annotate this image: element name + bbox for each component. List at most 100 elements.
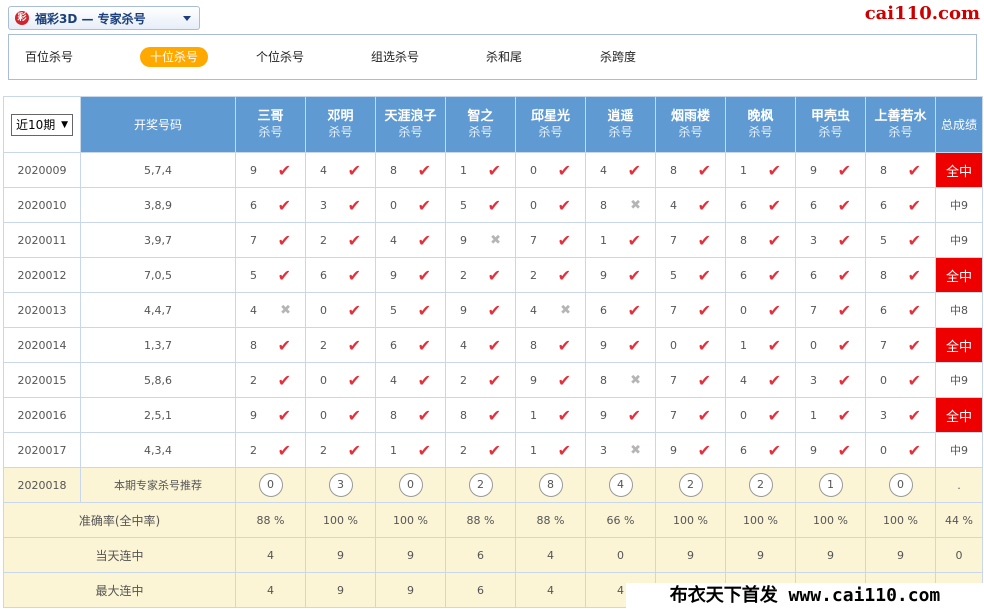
kill-cell: 4 ✔ xyxy=(725,362,796,398)
period-cell: 2020010 xyxy=(3,187,81,223)
check-icon: ✔ xyxy=(627,160,641,180)
kill-number: 8 xyxy=(880,163,887,177)
kill-cell: 7 ✔ xyxy=(655,222,726,258)
stat-value: 100 % xyxy=(865,502,936,538)
lottery-select[interactable]: 彩 福彩3D — 专家杀号 xyxy=(8,6,200,30)
kill-number: 0 xyxy=(320,373,327,387)
kill-cell: 6 ✔ xyxy=(585,292,656,328)
expert-sub-label: 杀号 xyxy=(888,125,913,139)
kill-cell-inner: 6 ✔ xyxy=(727,265,795,285)
kill-number: 8 xyxy=(670,163,677,177)
recommend-number: 1 xyxy=(818,473,843,497)
kill-cell-inner: 2 ✔ xyxy=(307,231,375,250)
kill-cell-inner: 2 ✔ xyxy=(447,266,515,285)
kill-cell-inner: 8 ✔ xyxy=(657,160,725,180)
tab-1[interactable]: 十位杀号 xyxy=(140,47,209,67)
kill-number: 9 xyxy=(600,408,607,422)
period-select[interactable]: 近10期 ▼ xyxy=(11,113,73,136)
kill-cell: 9 ✔ xyxy=(515,362,586,398)
kill-cell: 6 ✔ xyxy=(725,257,796,293)
check-icon: ✔ xyxy=(417,195,431,215)
kill-cell-inner: 7 ✔ xyxy=(517,231,585,250)
kill-number: 8 xyxy=(250,338,257,352)
lottery-logo-icon: 彩 xyxy=(15,11,29,25)
tab-4[interactable]: 杀和尾 xyxy=(486,47,522,67)
recommend-number: 2 xyxy=(468,473,493,497)
chevron-down-icon xyxy=(183,15,191,21)
kill-number: 7 xyxy=(670,233,677,247)
kill-cell: 9 ✔ xyxy=(585,397,656,433)
check-icon: ✔ xyxy=(417,370,431,390)
check-icon: ✔ xyxy=(697,160,711,180)
kill-cell-inner: 0 ✔ xyxy=(657,336,725,355)
tab-2[interactable]: 个位杀号 xyxy=(256,47,304,67)
period-cell: 2020015 xyxy=(3,362,81,398)
expert-name: 逍遥 xyxy=(607,109,634,124)
tab-5[interactable]: 杀跨度 xyxy=(600,47,636,67)
kill-cell-inner: 9 ✔ xyxy=(797,441,865,460)
check-icon: ✔ xyxy=(417,160,431,180)
kill-number: 0 xyxy=(320,408,327,422)
table-row: 2020009 5,7,4 9 ✔ 4 ✔ 8 ✔ 1 ✔ 0 ✔ 4 ✔ 8 ✔ 1 ✔ 9 ✔ 8 ✔ 全中 xyxy=(3,152,983,188)
check-icon: ✔ xyxy=(347,440,361,460)
tab-3[interactable]: 组选杀号 xyxy=(371,47,419,67)
kill-cell-inner: 5 ✔ xyxy=(867,231,935,250)
kill-cell-inner: 6 ✔ xyxy=(727,196,795,215)
kill-cell: 8 ✔ xyxy=(655,152,726,188)
stat-label: 当天连中 xyxy=(3,537,236,573)
check-icon: ✔ xyxy=(907,335,921,355)
kill-number: 0 xyxy=(670,338,677,352)
kill-cell-inner: 3 ✖ xyxy=(587,443,655,458)
draw-number-cell: 4,4,7 xyxy=(80,292,236,328)
kill-number: 0 xyxy=(810,338,817,352)
check-icon: ✔ xyxy=(347,335,361,355)
kill-cell-inner: 8 ✔ xyxy=(447,406,515,425)
draw-number-cell: 3,8,9 xyxy=(80,187,236,223)
result-cell: 中9 xyxy=(935,362,983,398)
kill-number: 9 xyxy=(460,303,467,317)
recommend-number: 0 xyxy=(398,473,423,497)
kill-cell: 5 ✔ xyxy=(235,257,306,293)
kill-cell-inner: 6 ✔ xyxy=(307,266,375,285)
kill-number: 6 xyxy=(880,303,887,317)
kill-cell: 8 ✔ xyxy=(865,257,936,293)
kill-cell: 0 ✔ xyxy=(795,327,866,363)
check-icon: ✔ xyxy=(487,335,501,355)
kill-cell: 2 ✔ xyxy=(305,327,376,363)
check-icon: ✔ xyxy=(767,265,781,285)
period-cell: 2020017 xyxy=(3,432,81,468)
expert-header: 三哥 杀号 xyxy=(235,96,306,153)
check-icon: ✔ xyxy=(837,160,851,180)
kill-cell: 8 ✔ xyxy=(375,152,446,188)
kill-cell-inner: 9 ✔ xyxy=(237,161,305,180)
kill-number: 1 xyxy=(810,408,817,422)
kill-cell-inner: 9 ✔ xyxy=(447,301,515,320)
stat-value: 88 % xyxy=(515,502,586,538)
kill-cell: 0 ✔ xyxy=(515,152,586,188)
draw-number-cell: 5,8,6 xyxy=(80,362,236,398)
kill-cell: 2 ✔ xyxy=(445,432,516,468)
check-icon: ✔ xyxy=(277,230,291,250)
kill-cell: 0 ✔ xyxy=(865,362,936,398)
kill-number: 4 xyxy=(250,303,257,317)
kill-cell: 5 ✔ xyxy=(445,187,516,223)
kill-number: 6 xyxy=(320,268,327,282)
check-icon: ✔ xyxy=(347,300,361,320)
kill-number: 2 xyxy=(530,268,537,282)
kill-cell: 6 ✔ xyxy=(375,327,446,363)
check-icon: ✔ xyxy=(557,195,571,215)
expert-name: 天涯浪子 xyxy=(384,109,437,124)
kill-number: 4 xyxy=(320,163,327,177)
kill-cell: 7 ✔ xyxy=(795,292,866,328)
kill-cell: 1 ✔ xyxy=(375,432,446,468)
table-row: 2020017 4,3,4 2 ✔ 2 ✔ 1 ✔ 2 ✔ 1 ✔ 3 ✖ 9 ✔ 6 ✔ 9 ✔ 0 ✔ 中9 xyxy=(3,432,983,468)
expert-kill-table: 近10期 ▼ 开奖号码 三哥 杀号 邓明 杀号 天涯浪子 杀号 智之 杀号 邱星光 杀号 逍遥 杀号 烟雨楼杀… xyxy=(3,96,983,608)
kill-cell: 3 ✔ xyxy=(865,397,936,433)
tab-0[interactable]: 百位杀号 xyxy=(25,47,73,67)
check-icon: ✔ xyxy=(417,335,431,355)
recommend-cell: 0 xyxy=(375,467,446,503)
kill-cell: 8 ✔ xyxy=(235,327,306,363)
stat-label: 最大连中 xyxy=(3,572,236,608)
check-icon: ✔ xyxy=(767,160,781,180)
check-icon: ✔ xyxy=(697,300,711,320)
